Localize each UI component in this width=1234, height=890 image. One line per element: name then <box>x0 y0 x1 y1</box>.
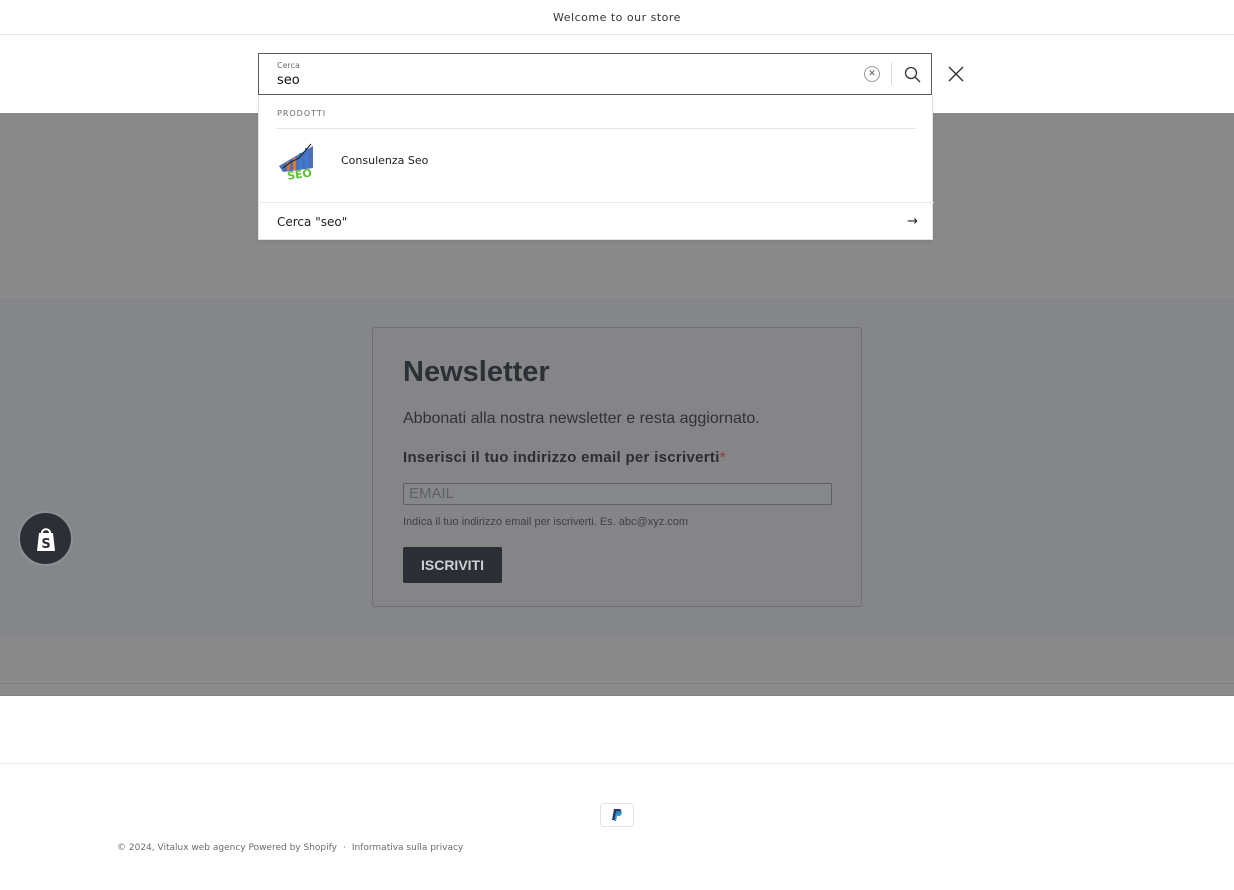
page-overlay-lower[interactable] <box>0 637 1234 696</box>
close-circle-icon[interactable]: ✕ <box>864 66 880 82</box>
svg-text:S: S <box>41 537 50 552</box>
product-result[interactable]: SEO Consulenza Seo <box>277 137 915 183</box>
email-placeholder: EMAIL <box>409 485 455 502</box>
newsletter-title: Newsletter <box>403 356 550 388</box>
newsletter-card: Newsletter Abbonati alla nostra newslett… <box>372 327 862 607</box>
results-heading: PRODOTTI <box>277 109 327 118</box>
close-icon[interactable] <box>944 62 968 86</box>
divider <box>0 683 1234 684</box>
svg-text:SEO: SEO <box>286 166 312 182</box>
paypal-icon <box>600 803 634 827</box>
search-separator <box>891 63 892 85</box>
product-thumbnail: SEO <box>279 143 313 182</box>
email-field[interactable]: EMAIL <box>403 483 832 505</box>
results-divider <box>277 128 915 129</box>
copyright-text: © 2024, Vitalux web agency Powered by Sh… <box>117 843 337 853</box>
required-mark: * <box>719 449 726 466</box>
announcement-text: Welcome to our store <box>553 10 681 24</box>
search-value[interactable]: seo <box>277 73 300 88</box>
announcement-bar: Welcome to our store <box>0 0 1234 35</box>
email-field-label: Inserisci il tuo indirizzo email per isc… <box>403 449 726 466</box>
shopify-bag-icon[interactable]: S <box>18 511 73 566</box>
search-for-query[interactable]: Cerca "seo" → <box>259 202 934 240</box>
email-label-text: Inserisci il tuo indirizzo email per isc… <box>403 449 720 466</box>
newsletter-subtitle: Abbonati alla nostra newsletter e resta … <box>403 410 760 427</box>
search-for-text: Cerca "seo" <box>277 214 348 229</box>
footer-divider <box>0 763 1234 764</box>
footer-copyright: © 2024, Vitalux web agency Powered by Sh… <box>117 843 463 853</box>
search-icon[interactable] <box>901 63 923 85</box>
predictive-search-results: PRODOTTI SEO Consulenza Seo Cerca "seo" … <box>258 95 934 240</box>
search-label: Cerca <box>277 61 300 70</box>
privacy-link[interactable]: Informativa sulla privacy <box>352 843 463 853</box>
arrow-right-icon: → <box>907 214 918 229</box>
search-input[interactable]: Cerca seo ✕ <box>258 53 932 95</box>
subscribe-button[interactable]: ISCRIVITI <box>403 547 502 583</box>
product-name: Consulenza Seo <box>341 153 429 167</box>
footer-separator: · <box>342 843 346 853</box>
email-hint: Indica il tuo indirizzo email per iscriv… <box>403 516 689 528</box>
